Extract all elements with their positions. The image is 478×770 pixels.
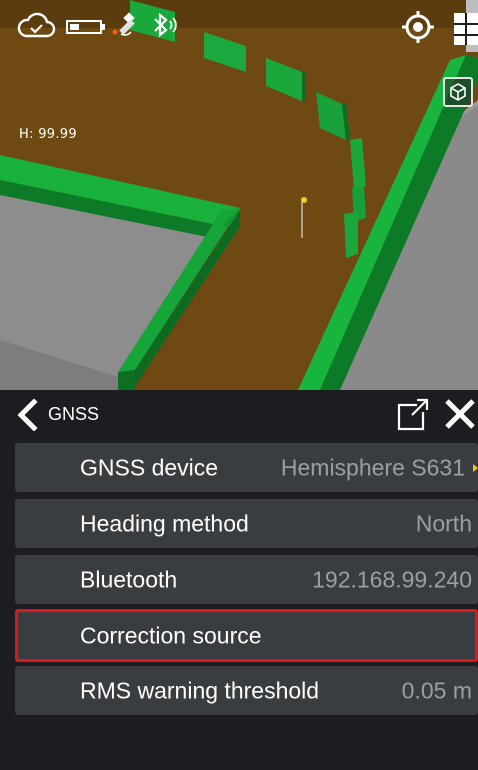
height-readout: H: 99.99 bbox=[19, 127, 77, 142]
target-locate-icon[interactable] bbox=[401, 10, 435, 44]
popout-icon[interactable] bbox=[395, 396, 431, 432]
row-label: Correction source bbox=[80, 622, 262, 648]
rms-warning-threshold-row[interactable]: RMS warning threshold 0.05 m bbox=[15, 666, 478, 715]
arrow-right-icon bbox=[473, 463, 478, 472]
layers-icon[interactable] bbox=[453, 12, 478, 46]
3d-view-button[interactable] bbox=[443, 77, 473, 107]
back-button[interactable] bbox=[12, 398, 42, 432]
3d-cube-icon bbox=[450, 83, 466, 101]
row-value: 192.168.99.240 bbox=[312, 566, 472, 592]
row-label: Bluetooth bbox=[80, 566, 178, 592]
point-marker-icon bbox=[301, 197, 307, 203]
gnss-device-row[interactable]: GNSS device Hemisphere S631 bbox=[15, 443, 478, 492]
satellite-icon bbox=[112, 12, 135, 36]
row-label: Heading method bbox=[80, 510, 249, 536]
row-value: 0.05 m bbox=[401, 677, 472, 703]
bluetooth-row[interactable]: Bluetooth 192.168.99.240 bbox=[15, 555, 478, 604]
map-3d-viewport[interactable]: H: 99.99 bbox=[0, 0, 478, 390]
row-value: North bbox=[415, 510, 472, 536]
row-value: Hemisphere S631 bbox=[280, 454, 465, 480]
row-label: RMS warning threshold bbox=[80, 677, 320, 703]
gnss-settings-panel: GNSS GNSS device Hemisphere S631 Heading… bbox=[0, 390, 478, 770]
row-label: GNSS device bbox=[80, 454, 219, 480]
panel-header: GNSS bbox=[0, 390, 478, 440]
heading-method-row[interactable]: Heading method North bbox=[15, 499, 478, 548]
panel-title: GNSS bbox=[48, 404, 100, 424]
cloud-sync-icon[interactable] bbox=[16, 12, 56, 40]
bluetooth-icon bbox=[154, 12, 177, 38]
correction-source-row[interactable]: Correction source bbox=[15, 609, 478, 662]
close-icon[interactable] bbox=[442, 396, 478, 432]
battery-icon bbox=[66, 20, 105, 34]
3d-scene[interactable] bbox=[0, 0, 478, 390]
chevron-left-icon bbox=[17, 399, 38, 431]
